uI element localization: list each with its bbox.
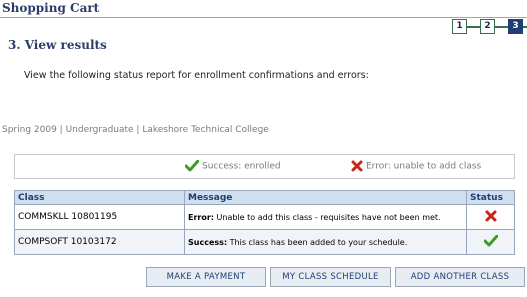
column-header-class: Class xyxy=(14,190,185,205)
status-cell xyxy=(466,204,515,230)
column-header-status: Status xyxy=(466,190,515,205)
legend-success: Success: enrolled xyxy=(184,159,281,172)
page-header-title: Shopping Cart xyxy=(2,1,100,15)
message-cell: Error: Unable to add this class - requis… xyxy=(184,204,467,230)
my-class-schedule-button[interactable]: MY CLASS SCHEDULE xyxy=(270,267,391,287)
step-heading: 3. View results xyxy=(8,38,107,52)
legend-error-label: Error: unable to add class xyxy=(366,161,482,172)
results-table: Class Message Status COMMSKLL 10801195 E… xyxy=(14,190,515,255)
success-checkmark-icon xyxy=(483,234,498,246)
term-info: Spring 2009 | Undergraduate | Lakeshore … xyxy=(2,125,269,135)
table-row: COMMSKLL 10801195 Error: Unable to add t… xyxy=(14,204,515,230)
message-prefix: Error: xyxy=(188,212,214,222)
make-payment-button[interactable]: MAKE A PAYMENT xyxy=(146,267,266,287)
status-legend: Success: enrolled Error: unable to add c… xyxy=(14,154,515,179)
x-icon xyxy=(351,160,363,172)
message-text: Unable to add this class - requisites ha… xyxy=(214,212,441,222)
message-prefix: Success: xyxy=(188,237,228,247)
add-another-class-button[interactable]: ADD ANOTHER CLASS xyxy=(395,267,525,287)
column-header-message: Message xyxy=(184,190,467,205)
class-cell: COMMSKLL 10801195 xyxy=(14,204,185,230)
step-indicator: 1 2 3 xyxy=(452,19,527,35)
message-cell: Success: This class has been added to yo… xyxy=(184,229,467,255)
table-row: COMPSOFT 10103172 Success: This class ha… xyxy=(14,229,515,255)
step-1: 1 xyxy=(452,19,467,34)
step-2: 2 xyxy=(480,19,495,34)
error-x-icon xyxy=(485,210,496,221)
legend-success-label: Success: enrolled xyxy=(202,161,281,172)
results-header-row: Class Message Status xyxy=(14,190,515,205)
header-divider xyxy=(0,17,527,18)
message-text: This class has been added to your schedu… xyxy=(227,237,408,247)
class-cell: COMPSOFT 10103172 xyxy=(14,229,185,255)
step-3: 3 xyxy=(508,19,523,34)
checkmark-icon xyxy=(184,159,200,172)
legend-error: Error: unable to add class xyxy=(351,160,481,172)
instructions-text: View the following status report for enr… xyxy=(24,70,369,81)
status-cell xyxy=(466,229,515,255)
